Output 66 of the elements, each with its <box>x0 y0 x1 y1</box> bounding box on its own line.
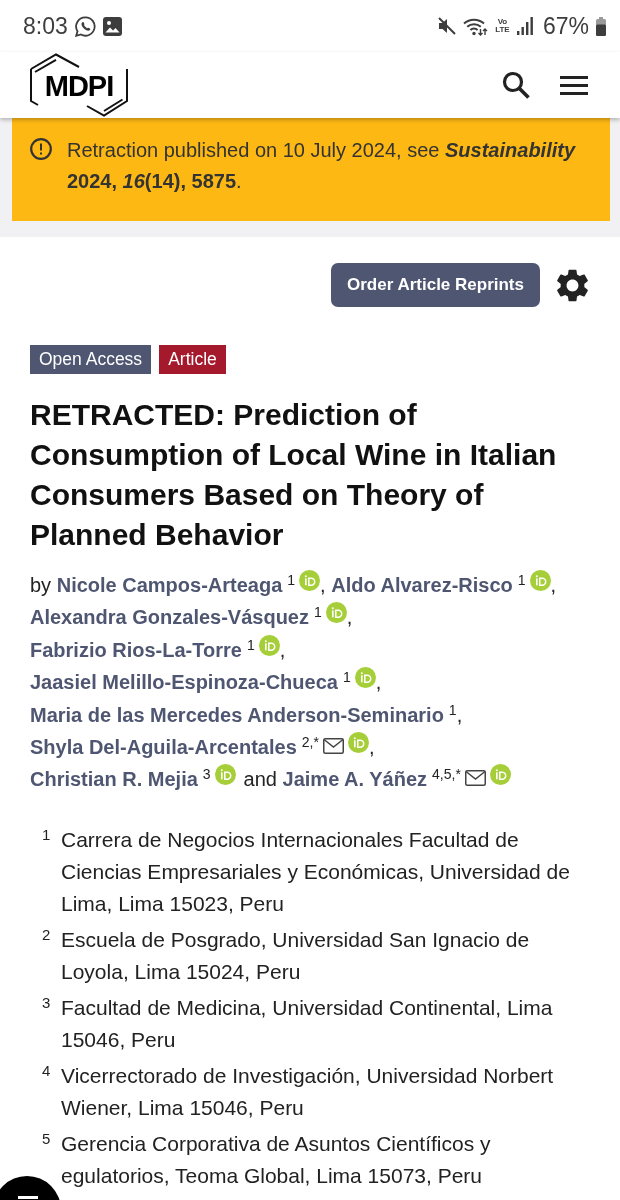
author-link[interactable]: Nicole Campos-Arteaga <box>56 574 283 596</box>
affiliation-text: Vicerrectorado de Investigación, Universidad Norbert Wiener, Lima 15046, Peru <box>61 1062 555 1121</box>
image-icon <box>102 16 122 36</box>
affiliation-marker: 2,* <box>301 734 319 751</box>
affiliation-marker: 1 <box>287 572 296 588</box>
affiliation-marker: 1 <box>517 572 526 588</box>
affiliation-number: 5 <box>42 1128 52 1149</box>
notice-text: Retraction published on 10 July 2024, see Sustainability 2024, 16(14), 5875. <box>67 138 577 194</box>
affiliation-marker: 1 <box>314 604 322 621</box>
author-link[interactable]: Shyla Del-Aguila-Arcentales <box>30 736 297 759</box>
floating-button[interactable] <box>0 1175 60 1200</box>
by-label: by <box>30 574 52 596</box>
logo-text: MDPI <box>44 69 114 103</box>
author-separator: , <box>456 703 463 726</box>
author-separator: , <box>346 606 353 629</box>
settings-icon[interactable] <box>557 268 588 302</box>
author-link[interactable]: Alexandra Gonzales-Vásquez <box>30 606 309 629</box>
affiliation-text: Gerencia Corporativa de Asuntos Científicos y egulatorios, Teoma Global, Lima 15073, Peru <box>61 1130 492 1189</box>
order-reprints-button[interactable]: Order Article Reprints <box>331 263 540 307</box>
email-icon[interactable] <box>464 770 486 787</box>
affiliation-marker: 4,5,* <box>432 766 461 783</box>
article-title: RETRACTED: Prediction of Consumption of Local Wine in Italian Consumers Based on Theory of Planned Behavior <box>30 397 558 553</box>
author-separator: , <box>320 574 326 596</box>
author-separator: , <box>368 736 375 759</box>
id-icon[interactable] <box>299 570 321 591</box>
author-separator: , <box>279 638 286 661</box>
search-icon[interactable] <box>502 71 530 99</box>
author-separator: , <box>550 574 557 596</box>
affiliation-text: Carrera de Negocios Internacionales Facultad de Ciencias Empresariales y Económicas, Universidad de Lima, Lima 15023, Peru <box>61 826 571 917</box>
id-icon[interactable] <box>354 667 376 689</box>
battery-icon <box>596 16 606 36</box>
article-tag: Open Access <box>30 345 152 374</box>
affiliation-marker: 1 <box>448 701 457 718</box>
battery-percent: 67% <box>542 13 589 39</box>
author-link[interactable]: Maria de las Mercedes Anderson-Seminario <box>30 703 444 726</box>
article-tag: Article <box>159 345 226 374</box>
id-icon[interactable] <box>325 602 347 624</box>
email-icon[interactable] <box>322 738 344 755</box>
hexagon-icon <box>29 53 129 117</box>
wifi-icon <box>462 16 488 36</box>
affiliation-number: 1 <box>42 824 52 845</box>
status-time: 8:03 <box>23 13 68 39</box>
menu-icon[interactable] <box>560 75 588 95</box>
author-link[interactable]: Christian R. Mejia <box>30 768 198 791</box>
affiliation-number: 2 <box>42 924 52 945</box>
affiliation-text: Escuela de Posgrado, Universidad San Ignacio de Loyola, Lima 15024, Peru <box>61 926 531 985</box>
author-separator: and <box>243 768 277 791</box>
affiliation-marker: 3 <box>202 766 211 783</box>
chat-bubble-icon <box>74 15 96 37</box>
author-link[interactable]: Jaasiel Melillo-Espinoza-Chueca <box>30 671 338 694</box>
affiliation-number: 4 <box>42 1060 52 1081</box>
network-type-text: Vo LTE <box>494 18 510 34</box>
affiliation-text: Facultad de Medicina, Universidad Continental, Lima 15046, Peru <box>61 994 554 1053</box>
id-icon[interactable] <box>214 764 236 786</box>
affiliation-marker: 1 <box>246 636 255 653</box>
alert-icon <box>30 138 52 160</box>
signal-icon <box>516 17 533 35</box>
affiliation-number: 3 <box>42 992 52 1013</box>
id-icon[interactable] <box>529 570 551 591</box>
author-link[interactable]: Aldo Alvarez-Risco <box>331 574 513 596</box>
author-separator: , <box>375 671 382 694</box>
affiliation-marker: 1 <box>342 669 351 686</box>
mute-icon <box>437 17 456 35</box>
author-link[interactable]: Jaime A. Yáñez <box>282 768 428 791</box>
author-link[interactable]: Fabrizio Rios-La-Torre <box>30 638 242 661</box>
id-icon[interactable] <box>258 634 280 656</box>
